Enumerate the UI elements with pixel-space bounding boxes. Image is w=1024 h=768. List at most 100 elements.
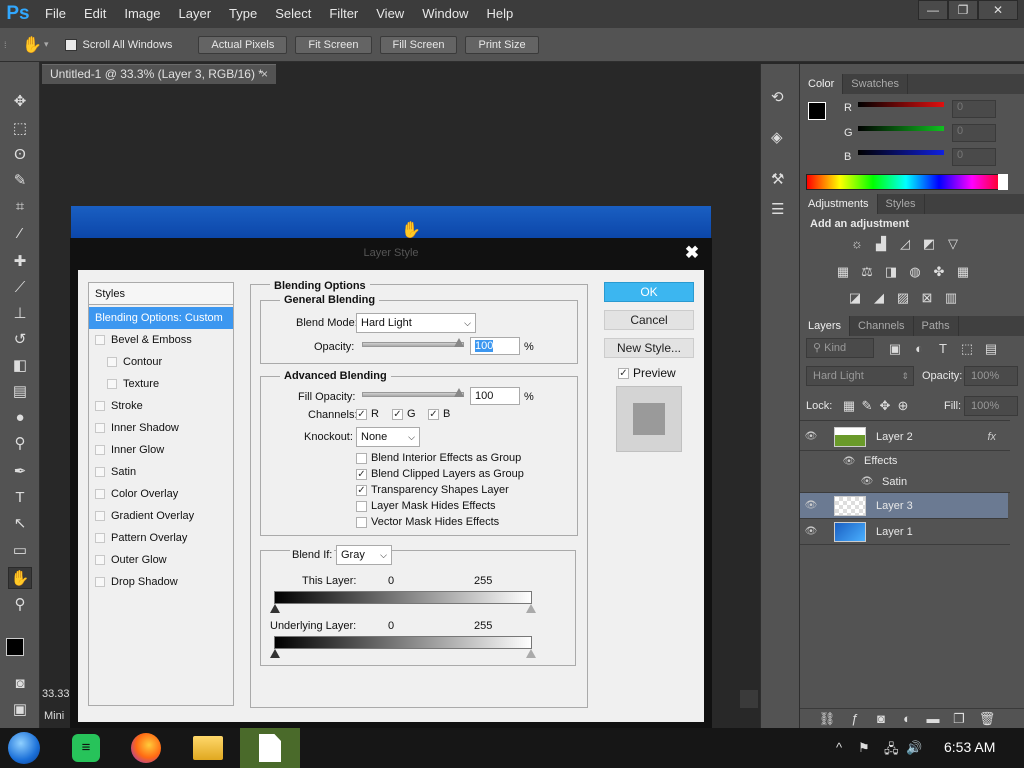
brush-tool-icon[interactable]: ⟋ <box>8 276 32 298</box>
layer-effects-row[interactable]: 👁 Effects <box>800 451 1010 471</box>
menu-window[interactable]: Window <box>413 0 477 28</box>
layer-row-layer-3[interactable]: 👁 Layer 3 <box>800 493 1008 519</box>
knockout-select[interactable]: None ⌵ <box>356 427 420 447</box>
threshold-icon[interactable]: ▨ <box>894 290 912 306</box>
blend-if-select[interactable]: Gray ⌵ <box>336 545 392 565</box>
clock[interactable]: 6:53 AM <box>944 739 995 755</box>
visibility-eye-icon[interactable]: 👁 <box>800 526 822 537</box>
dodge-tool-icon[interactable]: ⚲ <box>8 432 32 454</box>
start-menu-icon[interactable] <box>8 732 40 764</box>
opacity-slider[interactable] <box>362 342 464 347</box>
layer-row-layer-1[interactable]: 👁 Layer 1 <box>800 519 1010 545</box>
channel-r-input[interactable]: 0 <box>952 100 996 118</box>
zoom-tool-icon[interactable]: ⚲ <box>8 593 32 615</box>
channel-b-checkbox[interactable]: ✓ B <box>428 408 450 420</box>
history-panel-icon[interactable]: ⟲ <box>771 88 784 106</box>
cancel-button[interactable]: Cancel <box>604 310 694 330</box>
filter-pixel-icon[interactable]: ▣ <box>886 341 904 357</box>
menu-edit[interactable]: Edit <box>75 0 115 28</box>
lock-position-icon[interactable]: ✥ <box>876 398 894 414</box>
link-layers-icon[interactable]: ⛓ <box>818 711 836 727</box>
selective-color-icon[interactable]: ⊠ <box>918 290 936 306</box>
brush-presets-icon[interactable]: ⚒ <box>771 170 784 188</box>
foreground-color-swatch[interactable] <box>6 638 24 656</box>
move-tool-icon[interactable]: ✥ <box>8 90 32 112</box>
firefox-icon[interactable] <box>130 732 162 764</box>
volume-icon[interactable]: 🔊 <box>906 740 922 756</box>
levels-icon[interactable]: ▟ <box>872 236 890 252</box>
layer-mask-hides-checkbox[interactable]: Layer Mask Hides Effects <box>356 500 496 512</box>
menu-file[interactable]: File <box>36 0 75 28</box>
fill-opacity-slider-thumb[interactable] <box>454 388 464 397</box>
satin-eye-icon[interactable]: 👁 <box>856 476 878 487</box>
style-drop-shadow[interactable]: Drop Shadow <box>89 571 233 593</box>
posterize-icon[interactable]: ◢ <box>870 290 888 306</box>
lock-all-icon[interactable]: ⊕ <box>894 398 912 414</box>
blend-interior-effects-checkbox[interactable]: Blend Interior Effects as Group <box>356 452 521 464</box>
minimize-window-icon[interactable]: — <box>918 0 948 20</box>
pen-tool-icon[interactable]: ✒ <box>8 460 32 482</box>
print-size-button[interactable]: Print Size <box>465 35 539 54</box>
fx-icon[interactable]: fx <box>987 431 996 443</box>
invert-icon[interactable]: ◪ <box>846 290 864 306</box>
tab-styles[interactable]: Styles <box>878 194 925 214</box>
zoom-status[interactable]: 33.33 <box>42 688 70 708</box>
tab-channels[interactable]: Channels <box>850 316 914 336</box>
delete-layer-icon[interactable]: 🗑 <box>978 711 996 727</box>
channel-mixer-icon[interactable]: ✤ <box>930 264 948 280</box>
style-outer-glow[interactable]: Outer Glow <box>89 549 233 571</box>
style-inner-shadow[interactable]: Inner Shadow <box>89 417 233 439</box>
fill-opacity-slider[interactable] <box>362 392 464 397</box>
style-texture[interactable]: Texture <box>89 373 233 395</box>
tab-adjustments[interactable]: Adjustments <box>800 194 878 214</box>
transparency-shapes-checkbox[interactable]: ✓ Transparency Shapes Layer <box>356 484 509 496</box>
filter-shape-icon[interactable]: ⬚ <box>958 341 976 357</box>
layer-opacity-input[interactable]: 100% <box>964 366 1018 386</box>
opacity-slider-thumb[interactable] <box>454 338 464 347</box>
style-blending-options[interactable]: Blending Options: Custom <box>89 307 233 329</box>
color-spectrum[interactable] <box>806 174 1006 190</box>
history-brush-tool-icon[interactable]: ↺ <box>8 328 32 350</box>
styles-header[interactable]: Styles <box>89 283 233 305</box>
scroll-all-windows-checkbox[interactable]: Scroll All Windows <box>64 38 172 51</box>
opacity-input[interactable]: 100 <box>470 337 520 355</box>
tab-paths[interactable]: Paths <box>914 316 959 336</box>
style-inner-glow[interactable]: Inner Glow <box>89 439 233 461</box>
menu-layer[interactable]: Layer <box>170 0 221 28</box>
close-window-icon[interactable]: ✕ <box>978 0 1018 20</box>
new-group-icon[interactable]: ▬ <box>924 711 942 727</box>
layer-row-layer-2[interactable]: 👁 Layer 2 fx <box>800 423 1010 451</box>
lock-transparent-icon[interactable]: ▦ <box>840 398 858 414</box>
canvas[interactable]: ✋ <box>71 206 711 240</box>
new-layer-icon[interactable]: ❐ <box>950 711 968 727</box>
mini-bridge-label[interactable]: Mini <box>44 710 70 722</box>
menu-view[interactable]: View <box>367 0 413 28</box>
add-style-icon[interactable]: ƒ <box>846 711 864 727</box>
layer-fill-input[interactable]: 100% <box>964 396 1018 416</box>
blend-clipped-layers-checkbox[interactable]: ✓ Blend Clipped Layers as Group <box>356 468 524 480</box>
actual-pixels-button[interactable]: Actual Pixels <box>198 35 288 54</box>
style-gradient-overlay[interactable]: Gradient Overlay <box>89 505 233 527</box>
menu-image[interactable]: Image <box>115 0 169 28</box>
lasso-tool-icon[interactable]: ʘ <box>8 143 32 165</box>
photo-filter-icon[interactable]: ◍ <box>906 264 924 280</box>
menu-type[interactable]: Type <box>220 0 266 28</box>
3d-panel-icon[interactable]: ◈ <box>771 128 783 146</box>
style-pattern-overlay[interactable]: Pattern Overlay <box>89 527 233 549</box>
underlying-gradient[interactable] <box>274 636 532 649</box>
menu-help[interactable]: Help <box>477 0 522 28</box>
ok-button[interactable]: OK <box>604 282 694 302</box>
notepad-icon[interactable] <box>240 728 300 768</box>
spectrum-white[interactable] <box>998 174 1008 190</box>
menu-select[interactable]: Select <box>266 0 320 28</box>
underlying-black-thumb[interactable] <box>270 649 280 658</box>
style-contour[interactable]: Contour <box>89 351 233 373</box>
tab-layers[interactable]: Layers <box>800 316 851 336</box>
filter-type-icon[interactable]: T <box>934 341 952 357</box>
quick-mask-icon[interactable]: ◙ <box>8 672 32 694</box>
close-tab-icon[interactable]: × <box>261 65 268 84</box>
style-color-overlay[interactable]: Color Overlay <box>89 483 233 505</box>
path-selection-tool-icon[interactable]: ↖ <box>8 512 32 534</box>
channel-r-checkbox[interactable]: ✓ R <box>356 408 379 420</box>
color-lookup-icon[interactable]: ▦ <box>954 264 972 280</box>
